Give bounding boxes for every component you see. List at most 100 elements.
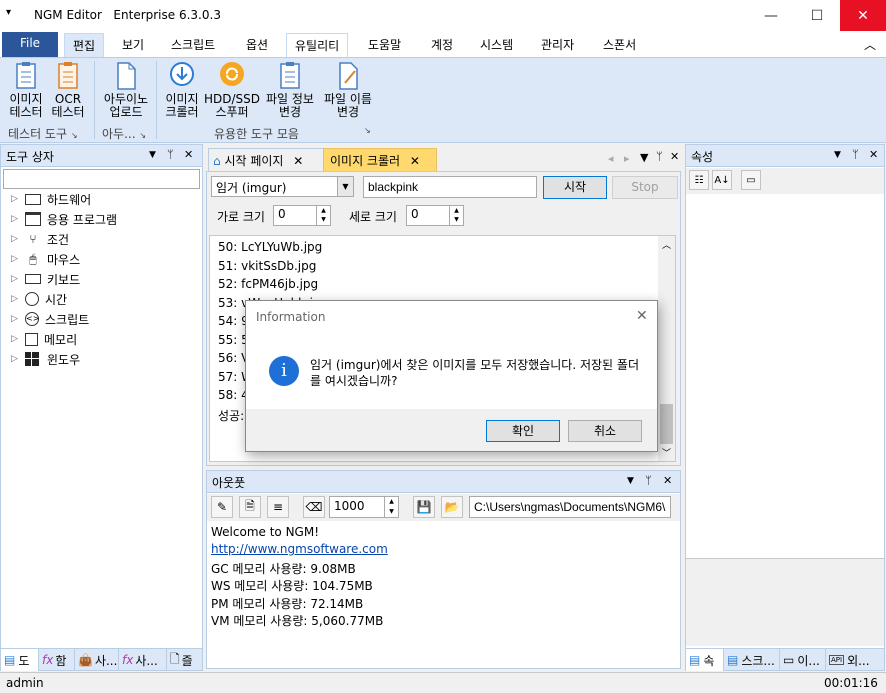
system-menu-icon[interactable]: ▾ xyxy=(6,7,11,18)
close-icon[interactable]: ✕ xyxy=(184,148,193,161)
pin-icon[interactable]: ᛘ xyxy=(656,150,663,163)
ocr-tester-button[interactable]: OCR 테스터 xyxy=(48,61,88,119)
tab-image-crawler[interactable]: 이미지 크롤러 ✕ xyxy=(323,148,437,171)
close-tab-icon[interactable]: ✕ xyxy=(293,154,303,168)
hdd-spoofer-button[interactable]: HDD/SSD 스푸퍼 xyxy=(204,61,260,119)
spin-arrows-icon[interactable]: ▲ ▼ xyxy=(384,497,398,517)
menu-bar: File 편집 보기 스크립트 옵션 유틸리티 도움말 계정 시스템 관리자 스… xyxy=(0,31,886,57)
spin-arrows-icon[interactable]: ▲ ▼ xyxy=(316,206,330,225)
ok-button[interactable]: 확인 xyxy=(486,420,560,442)
tab-view[interactable]: 보기 xyxy=(114,33,152,57)
toolbox-search-input[interactable] xyxy=(3,169,200,189)
file-menu[interactable]: File xyxy=(2,32,58,57)
tab-start-page[interactable]: ⌂ 시작 페이지 ✕ xyxy=(208,148,324,171)
sort-alpha-icon[interactable]: A↓ xyxy=(712,170,732,190)
tab-system[interactable]: 시스템 xyxy=(472,33,521,57)
tree-item-application[interactable]: ▷ 응용 프로그램 xyxy=(11,209,117,229)
file-info-change-button[interactable]: 파일 정보 변경 xyxy=(262,61,318,119)
group-expand-icon[interactable]: ↘ xyxy=(364,126,371,135)
list-item: 50: LcYLYuWb.jpg xyxy=(218,240,323,254)
width-stepper[interactable]: 0 ▲ ▼ xyxy=(273,205,331,226)
computer-icon xyxy=(25,193,41,205)
dropdown-icon[interactable]: ▼ xyxy=(149,150,156,160)
bottom-tab-script[interactable]: ▤ 스크... xyxy=(724,649,780,671)
minimize-button[interactable]: — xyxy=(748,0,794,31)
lines-icon[interactable]: ≡ xyxy=(267,496,289,518)
output-link[interactable]: http://www.ngmsoftware.com xyxy=(211,542,388,560)
stop-button[interactable]: Stop xyxy=(612,176,678,199)
tree-item-keyboard[interactable]: ▷ 키보드 xyxy=(11,269,80,289)
close-icon[interactable]: ✕ xyxy=(869,148,878,161)
cancel-button[interactable]: 취소 xyxy=(568,420,642,442)
bottom-tab-user[interactable]: 👜 사... xyxy=(75,649,119,671)
bottom-tab-properties[interactable]: ▤ 속 xyxy=(686,649,724,671)
tab-sponsor[interactable]: 스폰서 xyxy=(595,33,644,57)
dropdown-icon[interactable]: ▼ xyxy=(834,150,841,160)
bottom-tab-toolbox[interactable]: ▤ 도 xyxy=(1,649,39,671)
tab-list-icon[interactable]: ▼ xyxy=(640,151,648,164)
close-tab-icon[interactable]: ✕ xyxy=(410,154,420,168)
file-rename-button[interactable]: 파일 이름 변경 xyxy=(320,61,376,119)
property-pages-icon[interactable]: ▭ xyxy=(741,170,761,190)
image-tester-button[interactable]: 이미지 테스터 xyxy=(6,61,46,119)
bottom-tab-function[interactable]: fx 함 xyxy=(39,649,75,671)
pin-icon[interactable]: ᛘ xyxy=(167,148,174,161)
bottom-tab-image[interactable]: ▭ 이... xyxy=(780,649,826,671)
scroll-left-icon[interactable]: ◂ xyxy=(608,152,614,165)
close-icon[interactable]: ✕ xyxy=(663,474,672,487)
information-dialog: Information ✕ i 임거 (imgur)에서 찾은 이미지를 모두 … xyxy=(245,300,658,452)
path-input[interactable] xyxy=(469,496,671,518)
height-stepper[interactable]: 0 ▲ ▼ xyxy=(406,205,464,226)
pin-icon[interactable]: ᛘ xyxy=(645,474,652,487)
tree-item-memory[interactable]: ▷ 메모리 xyxy=(11,329,77,349)
categorized-icon[interactable]: ☷ xyxy=(689,170,709,190)
eraser-icon[interactable]: ⌫ xyxy=(303,496,325,518)
folder-icon[interactable]: 📂 xyxy=(441,496,463,518)
arduino-upload-button[interactable]: 아두이노 업로드 xyxy=(100,61,152,119)
keyword-input[interactable] xyxy=(363,176,537,198)
source-select[interactable]: 임거 (imgur) ▼ xyxy=(211,176,354,197)
tab-account[interactable]: 계정 xyxy=(423,33,461,57)
bottom-tab-user-function[interactable]: fx 사... xyxy=(119,649,167,671)
scroll-right-icon[interactable]: ▸ xyxy=(624,152,630,165)
pin-icon[interactable]: ᛘ xyxy=(852,148,859,161)
maximize-button[interactable]: ☐ xyxy=(794,0,840,31)
ribbon-separator xyxy=(94,61,95,139)
script-tab-icon: ▤ xyxy=(727,653,739,667)
tab-admin[interactable]: 관리자 xyxy=(533,33,582,57)
output-toolbar: ✎ 🗎 ≡ ⌫ 1000 ▲ ▼ 💾 📂 xyxy=(207,494,680,521)
tree-item-time[interactable]: ▷ 시간 xyxy=(11,289,67,309)
spin-arrows-icon[interactable]: ▲ ▼ xyxy=(449,206,463,225)
tab-utility[interactable]: 유틸리티 xyxy=(286,33,349,57)
bottom-tab-external[interactable]: API 외... xyxy=(826,649,884,671)
tree-item-window[interactable]: ▷ 윈도우 xyxy=(11,349,80,369)
tree-item-hardware[interactable]: ▷ 하드웨어 xyxy=(11,189,91,209)
properties-description xyxy=(686,558,884,646)
scroll-down-icon[interactable]: ﹀ xyxy=(662,446,671,459)
file-clock-icon[interactable]: 🗎 xyxy=(239,496,261,518)
dropdown-icon[interactable]: ▼ xyxy=(627,476,634,486)
line-count-stepper[interactable]: 1000 ▲ ▼ xyxy=(329,496,399,518)
scroll-up-icon[interactable]: ︿ xyxy=(662,238,671,251)
tab-script[interactable]: 스크립트 xyxy=(163,33,223,57)
close-button[interactable]: ✕ xyxy=(840,0,886,31)
scrollbar-thumb[interactable] xyxy=(660,404,673,444)
collapse-ribbon-icon[interactable]: ︿ xyxy=(864,36,876,53)
tree-item-script[interactable]: ▷ <> 스크립트 xyxy=(11,309,89,329)
dialog-close-icon[interactable]: ✕ xyxy=(636,308,648,324)
close-icon[interactable]: ✕ xyxy=(670,150,679,163)
save-icon[interactable]: 💾 xyxy=(413,496,435,518)
chip-icon xyxy=(25,332,38,346)
image-crawler-button[interactable]: 이미지 크롤러 xyxy=(162,61,202,119)
document-icon xyxy=(117,62,136,90)
tree-item-condition[interactable]: ▷ ⑂ 조건 xyxy=(11,229,69,249)
bottom-tab-favorites[interactable]: 🗋 즐 xyxy=(167,649,202,671)
start-button[interactable]: 시작 xyxy=(543,176,607,199)
tree-item-mouse[interactable]: ▷ 🖱 마우스 xyxy=(11,249,80,269)
tab-options[interactable]: 옵션 xyxy=(238,33,276,57)
vertical-scrollbar[interactable]: ︿ ﹀ xyxy=(658,236,675,461)
tab-edit[interactable]: 편집 xyxy=(64,33,105,57)
edit-document-icon xyxy=(339,62,358,90)
tab-help[interactable]: 도움말 xyxy=(360,33,409,57)
clean-icon[interactable]: ✎ xyxy=(211,496,233,518)
